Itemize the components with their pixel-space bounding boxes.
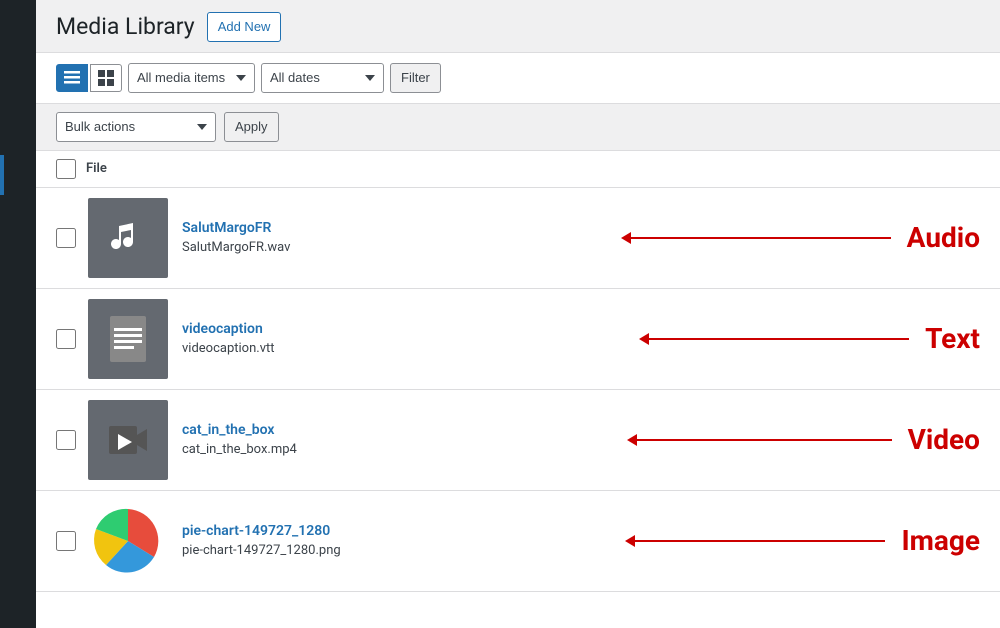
row-checkbox[interactable] [56,329,76,349]
filter-type-select[interactable]: All media items Images Audio Video Docum… [128,63,255,93]
apply-button[interactable]: Apply [224,112,279,142]
media-filename: cat_in_the_box.mp4 [182,442,297,457]
media-thumbnail [88,501,168,581]
row-checkbox[interactable] [56,531,76,551]
table-row: cat_in_the_box cat_in_the_box.mp4 Video [36,390,1000,491]
grid-view-button[interactable] [90,64,122,92]
row-checkbox[interactable] [56,228,76,248]
media-table: File SalutMargoFR SalutMargoFR.wav Au [36,151,1000,628]
filter-button[interactable]: Filter [390,63,441,93]
media-filename: videocaption.vtt [182,341,275,356]
table-row: videocaption videocaption.vtt Text [36,289,1000,390]
toolbar: All media items Images Audio Video Docum… [36,53,1000,104]
list-icon [64,70,80,86]
sidebar-active-indicator [0,155,4,195]
annotation: Video [627,423,980,456]
pie-chart-preview [88,501,168,581]
table-row: pie-chart-149727_1280 pie-chart-149727_1… [36,491,1000,592]
row-checkbox[interactable] [56,430,76,450]
media-info: cat_in_the_box cat_in_the_box.mp4 [182,422,607,457]
annotation: Audio [621,221,980,254]
app-layout: Media Library Add New [0,0,1000,628]
arrow-head-icon [621,232,631,244]
media-filename: pie-chart-149727_1280.png [182,543,341,558]
media-info: videocaption videocaption.vtt [182,321,619,356]
file-column-header: File [86,161,107,176]
annotation: Image [625,524,980,557]
arrow-line [649,338,909,340]
arrow-head-icon [627,434,637,446]
media-info: SalutMargoFR SalutMargoFR.wav [182,220,601,255]
annotation-label: Video [908,423,980,456]
page-header: Media Library Add New [36,0,1000,53]
annotation-label: Text [925,322,980,355]
arrow-head-icon [639,333,649,345]
view-toggle [56,64,122,92]
media-name-link[interactable]: pie-chart-149727_1280 [182,523,605,539]
annotation-label: Audio [907,221,980,254]
bulk-actions-bar: Bulk actions Delete Permanently Apply [36,104,1000,151]
grid-icon [98,70,114,86]
video-icon [106,418,150,462]
media-name-link[interactable]: videocaption [182,321,619,337]
media-filename: SalutMargoFR.wav [182,240,290,255]
table-header: File [36,151,1000,188]
media-thumbnail [88,299,168,379]
table-row: SalutMargoFR SalutMargoFR.wav Audio [36,188,1000,289]
arrow-line [631,237,891,239]
arrow-head-icon [625,535,635,547]
list-view-button[interactable] [56,64,88,92]
filter-date-select[interactable]: All dates January 2024 February 2024 [261,63,384,93]
annotation: Text [639,322,980,355]
select-all-checkbox[interactable] [56,159,76,179]
arrow-line [635,540,885,542]
media-name-link[interactable]: SalutMargoFR [182,220,601,236]
page-title: Media Library [56,12,195,42]
bulk-actions-select[interactable]: Bulk actions Delete Permanently [56,112,216,142]
media-thumbnail [88,198,168,278]
media-name-link[interactable]: cat_in_the_box [182,422,607,438]
audio-icon [108,218,148,258]
sidebar [0,0,36,628]
media-thumbnail [88,400,168,480]
main-content: Media Library Add New [36,0,1000,628]
annotation-label: Image [901,524,980,557]
text-file-icon [106,314,150,364]
arrow-line [637,439,892,441]
media-info: pie-chart-149727_1280 pie-chart-149727_1… [182,523,605,558]
add-new-button[interactable]: Add New [207,12,282,42]
